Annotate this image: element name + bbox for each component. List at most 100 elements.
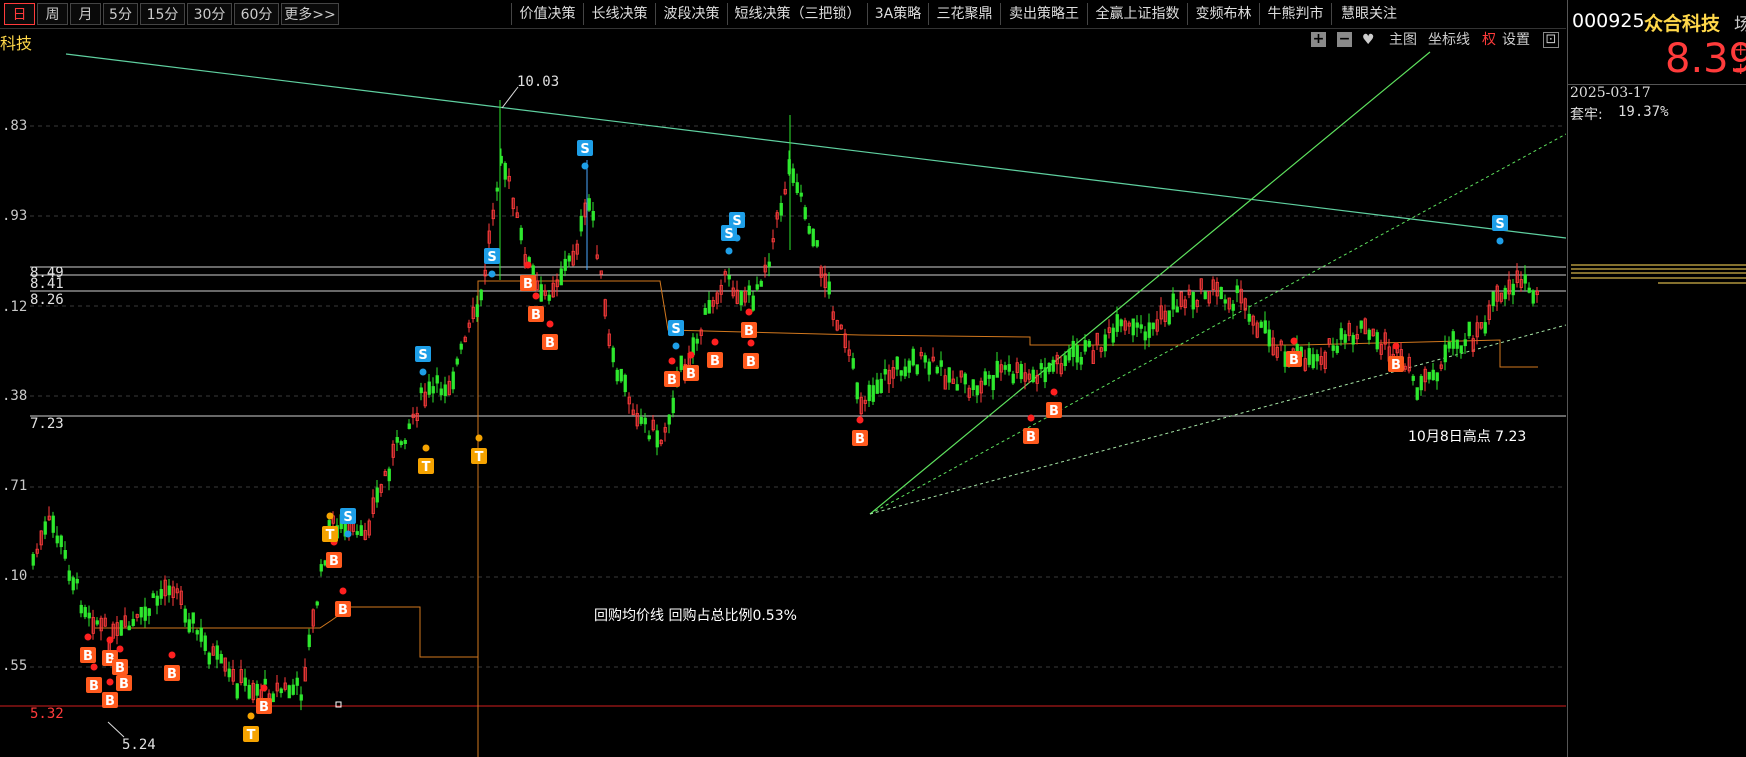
period-15min[interactable]: 15分	[140, 3, 185, 25]
period-5min[interactable]: 5分	[103, 3, 138, 25]
candle-body	[263, 678, 267, 685]
buy-dot	[168, 651, 176, 659]
strategy-focus[interactable]: 慧眼关注	[1331, 3, 1406, 25]
candlestick-chart[interactable]: BBBBBBBBBBBBBBBBBBBBBBBSSSSSSSSTTTT	[0, 29, 1566, 757]
zoom-in-button[interactable]: +	[1311, 32, 1326, 47]
strategy-bollinger[interactable]: 变频布林	[1187, 3, 1259, 25]
buy-dot	[668, 357, 676, 365]
candle-body	[1231, 303, 1235, 311]
candle-body	[307, 634, 311, 648]
period-more[interactable]: 更多>>	[281, 3, 339, 25]
candle-body	[955, 384, 959, 391]
buy-marker-label: B	[1049, 404, 1059, 419]
candle-body	[1067, 349, 1071, 361]
candle-body	[747, 285, 751, 296]
period-day[interactable]: 日	[4, 3, 35, 25]
candle-body	[1083, 340, 1087, 352]
period-week[interactable]: 周	[37, 3, 68, 25]
zoom-out-button[interactable]: −	[1337, 32, 1352, 47]
buy-marker-label: B	[1026, 430, 1036, 445]
candle-body	[459, 343, 463, 350]
candle-body	[639, 416, 643, 424]
sell-dot	[672, 342, 680, 350]
candle-body	[851, 358, 855, 369]
t-marker-label: T	[326, 528, 335, 543]
candle-body	[751, 295, 755, 311]
strategy-value[interactable]: 价值决策	[511, 3, 583, 25]
quote-panel: 000925 众合科技 场 8.39 + + 2025-03-17 套牢: 19…	[1567, 0, 1746, 757]
candle-body	[791, 168, 795, 183]
candle-body	[947, 367, 951, 383]
buy-marker-label: B	[329, 554, 339, 569]
buy-dot	[546, 320, 554, 328]
strategy-bull-bear[interactable]: 牛熊判市	[1259, 3, 1331, 25]
candle-body	[1375, 332, 1379, 350]
strategy-shortterm[interactable]: 短线决策（三把锁）	[727, 3, 867, 25]
candle-body	[439, 388, 443, 396]
candle-body	[1223, 299, 1227, 304]
candle-body	[291, 684, 295, 695]
candle-body	[431, 386, 435, 394]
buyback-annotation: 回购均价线 回购占总比例0.53%	[594, 608, 797, 624]
buy-dot	[339, 587, 347, 595]
candle-body	[59, 535, 63, 548]
candle-body	[1103, 334, 1107, 352]
buy-dot	[524, 261, 532, 269]
candle-body	[1031, 369, 1035, 383]
candle-body	[1003, 365, 1007, 370]
heart-icon[interactable]: ♥	[1362, 30, 1375, 50]
candle-body	[1343, 334, 1347, 343]
toolbar: 日 周 月 5分 15分 30分 60分 更多>> 价值决策 长线决策 波段决策…	[0, 0, 1566, 29]
candle-body	[1071, 340, 1075, 358]
y-label: .55	[2, 658, 28, 674]
candle-body	[43, 521, 47, 535]
candle-body	[983, 371, 987, 385]
level-label: 7.23	[30, 416, 64, 432]
candle-body	[1447, 341, 1451, 349]
candle-body	[1039, 363, 1043, 370]
candle-body	[827, 281, 831, 295]
candle-body	[1315, 354, 1319, 362]
candle-body	[407, 423, 411, 429]
candle-body	[75, 578, 79, 584]
candle-body	[155, 595, 159, 606]
candle-body	[215, 645, 219, 660]
buy-marker-label: B	[531, 308, 541, 323]
expand-icon[interactable]: ⊡	[1543, 32, 1559, 48]
candle-body	[475, 304, 479, 318]
settings-button[interactable]: 设置	[1502, 30, 1530, 50]
candle-body	[31, 553, 35, 566]
strategy-swing[interactable]: 波段决策	[655, 3, 727, 25]
candle-body	[207, 652, 211, 665]
candle-body	[1527, 287, 1531, 293]
candle-body	[1263, 320, 1267, 334]
buy-dot	[687, 351, 695, 359]
candle-body	[923, 355, 927, 363]
period-60min[interactable]: 60分	[234, 3, 279, 25]
candle-body	[1435, 372, 1439, 382]
candle-body	[1455, 339, 1459, 349]
candle-body	[271, 693, 275, 703]
candle-body	[427, 381, 431, 395]
sell-marker-label: S	[1495, 217, 1504, 232]
coord-line-button[interactable]: 坐标线	[1428, 30, 1470, 50]
candle-body	[1359, 320, 1363, 329]
main-chart-button[interactable]: 主图	[1389, 30, 1417, 50]
candle-body	[87, 612, 91, 619]
rights-button[interactable]: 权	[1482, 30, 1496, 50]
candle-body	[1431, 369, 1435, 381]
strategy-sh-index[interactable]: 全赢上证指数	[1087, 3, 1187, 25]
chart-canvas: BBBBBBBBBBBBBB BB BBB BBB BSSSSSSSSTTTT	[0, 51, 1566, 757]
buyback-line	[95, 280, 1538, 757]
strategy-sell-king[interactable]: 卖出策略王	[1000, 3, 1087, 25]
candle-body	[1247, 313, 1251, 322]
strategy-longterm[interactable]: 长线决策	[583, 3, 655, 25]
candle-body	[987, 374, 991, 379]
sell-marker-label: S	[671, 322, 680, 337]
strategy-3a[interactable]: 3A策略	[867, 3, 928, 25]
candle-body	[883, 369, 887, 375]
period-30min[interactable]: 30分	[187, 3, 232, 25]
period-month[interactable]: 月	[70, 3, 101, 25]
strategy-sanhua[interactable]: 三花聚鼎	[928, 3, 1000, 25]
candle-body	[451, 371, 455, 390]
